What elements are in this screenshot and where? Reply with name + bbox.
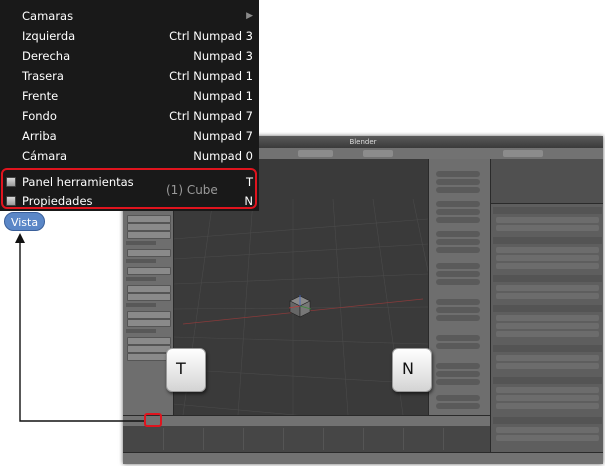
key-n-icon: N xyxy=(392,348,432,392)
pointer-arrow xyxy=(15,233,146,422)
key-label: T xyxy=(176,359,186,378)
key-t-icon: T xyxy=(166,348,206,392)
key-label: N xyxy=(402,359,414,378)
tutorial-illustration: Blender Camaras ▶ Izquierda Ctrl Numpad … xyxy=(0,0,605,466)
view-menu-highlight-box xyxy=(144,413,162,427)
